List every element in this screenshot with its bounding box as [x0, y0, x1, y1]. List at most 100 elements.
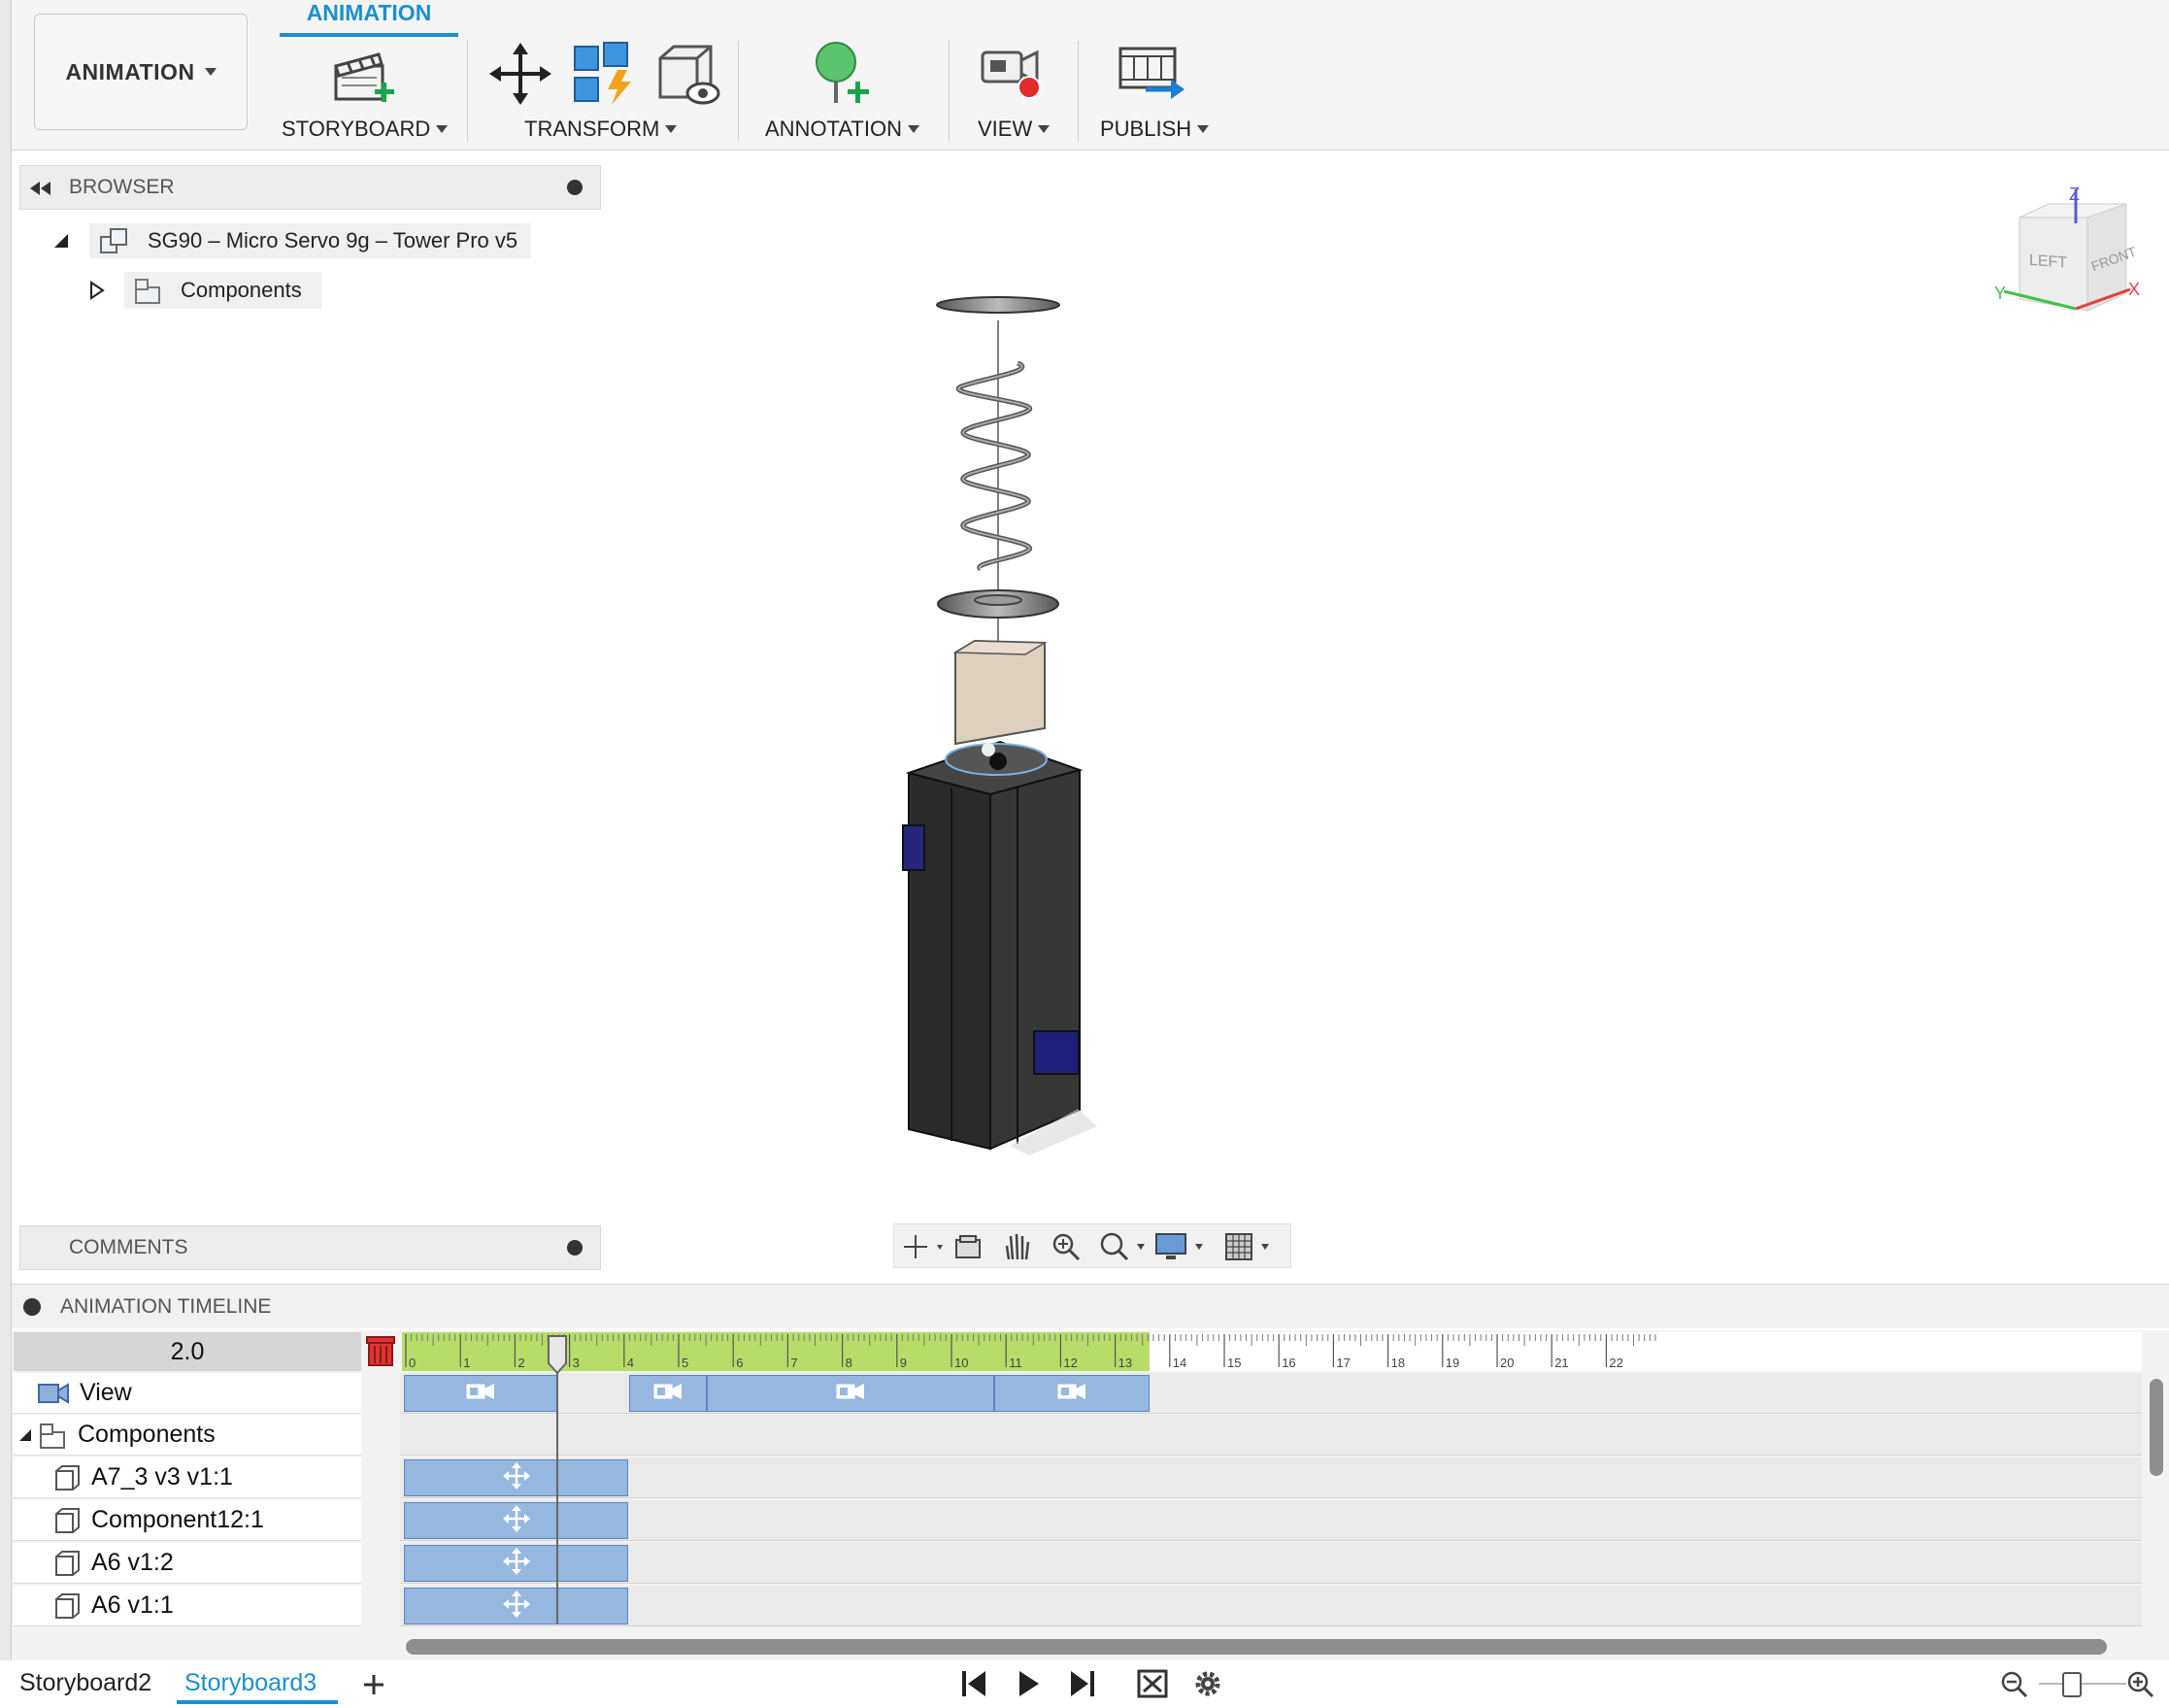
comments-panel-header[interactable]: COMMENTS — [19, 1225, 601, 1270]
browser-panel-header[interactable]: BROWSER — [19, 165, 601, 210]
track-lane[interactable] — [400, 1457, 2142, 1498]
timeline-header[interactable]: ANIMATION TIMELINE — [12, 1284, 2169, 1328]
tab-animation[interactable]: ANIMATION — [280, 0, 458, 37]
playhead[interactable] — [556, 1336, 558, 1624]
view-clip[interactable] — [994, 1375, 1150, 1412]
view-clip[interactable] — [629, 1375, 707, 1412]
storyboard-menu[interactable]: STORYBOARD — [282, 117, 449, 142]
workspace-switcher[interactable]: ANIMATION — [34, 14, 248, 130]
annotation-pin-icon[interactable] — [811, 41, 879, 109]
track-component[interactable]: A7_3 v3 v1:1 — [14, 1457, 361, 1498]
track-component[interactable]: Component12:1 — [14, 1500, 361, 1541]
new-storyboard-icon[interactable] — [330, 41, 398, 109]
tree-item-components[interactable]: Components — [85, 272, 321, 309]
active-storyboard-indicator — [177, 1700, 338, 1704]
track-label-text: A7_3 v3 v1:1 — [91, 1463, 233, 1490]
playhead-handle-icon[interactable] — [547, 1334, 568, 1375]
auto-explode-icon[interactable] — [571, 41, 639, 107]
transform-clip[interactable] — [404, 1459, 628, 1496]
viewcube[interactable]: LEFT FRONT Z X Y — [1990, 184, 2165, 330]
timeline-horizontal-scrollbar[interactable] — [406, 1639, 2107, 1655]
tree-components-node[interactable]: Components — [124, 272, 321, 309]
annotation-menu[interactable]: ANNOTATION — [765, 117, 919, 142]
tree-root[interactable]: SG90 – Micro Servo 9g – Tower Pro v5 — [50, 223, 532, 258]
play-icon[interactable] — [1014, 1668, 1043, 1699]
track-lane[interactable] — [400, 1500, 2142, 1541]
track-lane[interactable] — [400, 1543, 2142, 1584]
tab-storyboard3[interactable]: Storyboard3 — [184, 1669, 317, 1697]
ruler-label: 1 — [463, 1356, 470, 1370]
fit-timeline-icon[interactable] — [1136, 1668, 1169, 1699]
wooden-cube[interactable] — [952, 639, 1048, 746]
display-settings-icon[interactable] — [1154, 1230, 1209, 1263]
orbit-icon[interactable] — [900, 1231, 943, 1262]
grid-settings-icon[interactable] — [1224, 1230, 1279, 1263]
view-clip[interactable] — [707, 1375, 994, 1412]
servo-housing[interactable] — [902, 740, 1097, 1155]
look-at-icon[interactable] — [952, 1232, 984, 1261]
components-folder-icon — [135, 279, 160, 304]
collapsed-triangle-icon[interactable] — [85, 280, 107, 301]
camera-icon — [653, 1383, 683, 1405]
transform-clip[interactable] — [404, 1545, 628, 1582]
move-icon — [502, 1590, 531, 1624]
exploded-model-viewport[interactable] — [874, 282, 1107, 1175]
transform-clip[interactable] — [404, 1588, 628, 1624]
expanded-triangle-icon[interactable] — [50, 230, 72, 251]
fit-zoom-icon[interactable] — [1098, 1230, 1149, 1263]
publish-menu[interactable]: PUBLISH — [1100, 117, 1210, 142]
track-component[interactable]: A6 v1:1 — [14, 1586, 361, 1626]
delete-trash-icon[interactable] — [365, 1334, 396, 1367]
track-lane[interactable] — [400, 1415, 2142, 1456]
browser-title: BROWSER — [69, 176, 175, 198]
add-comment-icon[interactable] — [567, 1240, 583, 1256]
components-folder-icon — [40, 1423, 65, 1449]
zoom-slider-thumb[interactable] — [2062, 1672, 2082, 1697]
zoom-out-icon[interactable] — [2000, 1670, 2029, 1699]
collapse-timeline-icon[interactable] — [23, 1297, 41, 1316]
transform-components-icon[interactable] — [487, 41, 553, 107]
skip-to-end-icon[interactable] — [1068, 1668, 1097, 1699]
gear-icon[interactable] — [1192, 1668, 1223, 1699]
toolbar-divider — [1078, 41, 1079, 142]
camera-icon — [466, 1383, 495, 1405]
record-camera-icon[interactable] — [979, 41, 1047, 109]
track-label-text: A6 v1:1 — [91, 1591, 174, 1619]
bottom-washer[interactable] — [937, 589, 1059, 619]
zoom-slider-track[interactable] — [2039, 1683, 2126, 1685]
expanded-triangle-icon[interactable] — [17, 1427, 33, 1443]
ruler-label: 7 — [790, 1356, 797, 1370]
annotation-label: ANNOTATION — [765, 117, 902, 141]
zoom-icon[interactable] — [1050, 1230, 1083, 1263]
top-washer[interactable] — [936, 296, 1060, 314]
spring[interactable] — [955, 360, 1032, 572]
track-component[interactable]: A6 v1:2 — [14, 1543, 361, 1584]
track-view[interactable]: View — [14, 1373, 361, 1414]
pan-hand-icon[interactable] — [1001, 1230, 1034, 1263]
chevron-down-icon — [907, 125, 919, 133]
ruler-label: 10 — [954, 1356, 968, 1370]
transform-menu[interactable]: TRANSFORM — [524, 117, 678, 142]
add-storyboard-icon[interactable] — [361, 1672, 386, 1697]
view-menu[interactable]: VIEW — [978, 117, 1051, 142]
view-clip[interactable] — [404, 1375, 557, 1412]
track-components[interactable]: Components — [14, 1415, 361, 1456]
chevron-down-icon — [1038, 125, 1051, 133]
tree-root-node[interactable]: SG90 – Micro Servo 9g – Tower Pro v5 — [89, 223, 532, 258]
collapse-panel-icon[interactable] — [30, 182, 51, 195]
view-label: VIEW — [978, 117, 1033, 141]
timeline-vertical-scrollbar[interactable] — [2150, 1379, 2163, 1476]
ruler-label: 6 — [736, 1356, 743, 1370]
current-time-display[interactable]: 2.0 — [14, 1332, 361, 1371]
publish-video-icon[interactable] — [1117, 41, 1188, 109]
show-hide-icon[interactable] — [654, 41, 722, 107]
track-lane[interactable] — [400, 1586, 2142, 1626]
transform-clip[interactable] — [404, 1502, 628, 1539]
tab-storyboard2[interactable]: Storyboard2 — [19, 1669, 151, 1697]
skip-to-start-icon[interactable] — [959, 1668, 988, 1699]
viewcube-left-face[interactable]: LEFT — [2029, 252, 2067, 272]
ruler-label: 18 — [1391, 1356, 1405, 1370]
ruler-ticks: 0 1 2 3 4 5 6 7 8 9 10 11 12 13 14 15 16 17 18 19 20 21 22 — [405, 1334, 1656, 1370]
zoom-in-icon[interactable] — [2126, 1670, 2155, 1699]
browser-options-icon[interactable] — [567, 180, 583, 195]
